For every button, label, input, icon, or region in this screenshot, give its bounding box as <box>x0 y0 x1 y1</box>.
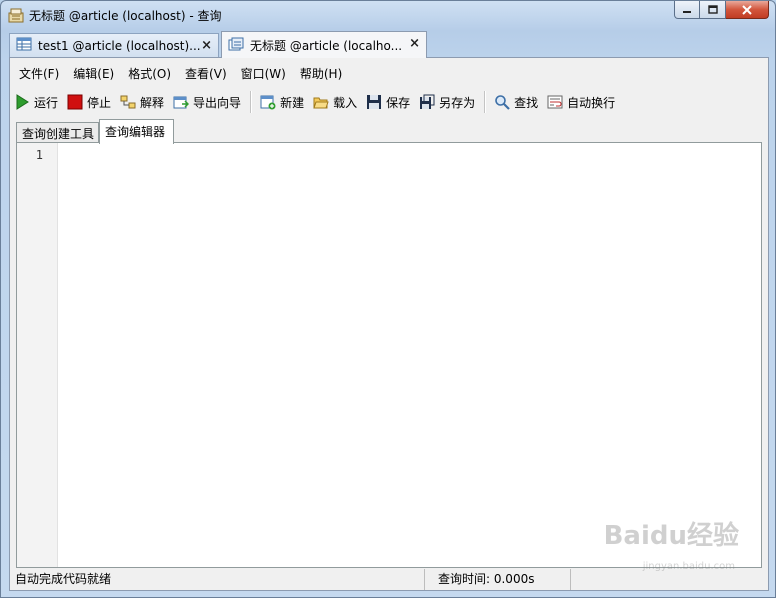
stop-icon <box>67 94 83 110</box>
close-tab-icon[interactable]: × <box>409 36 420 51</box>
menu-window[interactable]: 窗口(W) <box>232 62 291 84</box>
table-icon <box>16 37 32 54</box>
save-label: 保存 <box>386 95 411 110</box>
sql-editor[interactable]: 1 <box>16 142 762 568</box>
status-query-time: 查询时间: 0.000s <box>424 569 570 590</box>
tab-query-editor-label: 查询编辑器 <box>105 125 166 139</box>
run-label: 运行 <box>34 95 59 110</box>
status-autocomplete: 自动完成代码就绪 <box>15 572 112 586</box>
document-tabs: test1 @article (localhost)... × 无标题 @art… <box>9 31 769 58</box>
baidu-watermark-url: jingyan.baidu.com <box>642 561 735 572</box>
line-number-gutter: 1 <box>17 143 58 567</box>
word-wrap-button[interactable]: 自动换行 <box>543 90 620 114</box>
word-wrap-icon <box>547 94 563 110</box>
doc-tab-label: 无标题 @article (localho... <box>250 38 403 53</box>
maximize-icon <box>707 5 718 14</box>
save-icon <box>366 94 382 110</box>
query-icon <box>228 37 244 54</box>
export-icon <box>173 94 190 110</box>
doc-tab-label: test1 @article (localhost)... <box>38 38 201 53</box>
status-bar: 自动完成代码就绪 查询时间: 0.000s <box>10 569 768 590</box>
save-as-button[interactable]: 另存为 <box>415 90 480 114</box>
export-wizard-label: 导出向导 <box>193 95 242 110</box>
find-button[interactable]: 查找 <box>490 90 543 114</box>
toolbar-separator <box>484 91 487 113</box>
menu-format[interactable]: 格式(O) <box>119 62 176 84</box>
line-number: 1 <box>35 148 43 162</box>
app-window: 无标题 @article (localhost) - 查询 test1 @art… <box>0 0 776 598</box>
magnifier-icon <box>494 94 510 110</box>
tab-query-builder-label: 查询创建工具 <box>22 127 95 141</box>
title-bar[interactable]: 无标题 @article (localhost) - 查询 <box>1 1 775 29</box>
menu-edit[interactable]: 编辑(E) <box>64 62 119 84</box>
save-as-label: 另存为 <box>439 95 476 110</box>
minimize-icon <box>683 10 691 13</box>
menu-file[interactable]: 文件(F) <box>10 62 64 84</box>
caption-buttons <box>674 1 769 21</box>
navicat-app-icon <box>8 7 24 23</box>
close-icon <box>742 4 752 15</box>
word-wrap-label: 自动换行 <box>567 95 616 110</box>
save-as-icon <box>419 94 435 110</box>
maximize-button[interactable] <box>700 1 726 19</box>
export-wizard-button[interactable]: 导出向导 <box>169 90 246 114</box>
menu-view[interactable]: 查看(V) <box>176 62 232 84</box>
close-window-button[interactable] <box>726 1 769 19</box>
load-label: 载入 <box>333 95 358 110</box>
menu-help[interactable]: 帮助(H) <box>291 62 347 84</box>
window-title: 无标题 @article (localhost) - 查询 <box>29 9 222 23</box>
stop-button[interactable]: 停止 <box>63 90 116 114</box>
new-button[interactable]: 新建 <box>256 90 309 114</box>
explain-label: 解释 <box>140 95 165 110</box>
folder-open-icon <box>313 94 329 110</box>
tab-query-builder[interactable]: 查询创建工具 <box>16 122 99 143</box>
toolbar: 运行 停止 解释 导出向导 新建 载入 保存 另存为 查找 自动换行 <box>10 88 768 116</box>
new-query-icon <box>260 94 276 110</box>
doc-tab-test1[interactable]: test1 @article (localhost)... × <box>9 33 219 57</box>
toolbar-separator <box>250 91 253 113</box>
query-window: 文件(F) 编辑(E) 格式(O) 查看(V) 窗口(W) 帮助(H) 运行 停… <box>9 57 769 591</box>
run-button[interactable]: 运行 <box>10 90 63 114</box>
baidu-watermark: Baidu经验 <box>603 521 739 551</box>
menu-bar: 文件(F) 编辑(E) 格式(O) 查看(V) 窗口(W) 帮助(H) <box>10 62 347 84</box>
load-button[interactable]: 载入 <box>309 90 362 114</box>
tab-query-editor[interactable]: 查询编辑器 <box>99 119 174 144</box>
play-icon <box>14 94 30 110</box>
find-label: 查找 <box>514 95 539 110</box>
doc-tab-untitled-query[interactable]: 无标题 @article (localho... × <box>221 31 427 58</box>
status-extra <box>570 569 768 590</box>
minimize-button[interactable] <box>674 1 700 19</box>
stop-label: 停止 <box>87 95 112 110</box>
save-button[interactable]: 保存 <box>362 90 415 114</box>
explain-icon <box>120 94 136 110</box>
new-label: 新建 <box>280 95 305 110</box>
close-tab-icon[interactable]: × <box>201 38 212 53</box>
query-mode-tabs: 查询创建工具 查询编辑器 <box>16 119 768 144</box>
explain-button[interactable]: 解释 <box>116 90 169 114</box>
